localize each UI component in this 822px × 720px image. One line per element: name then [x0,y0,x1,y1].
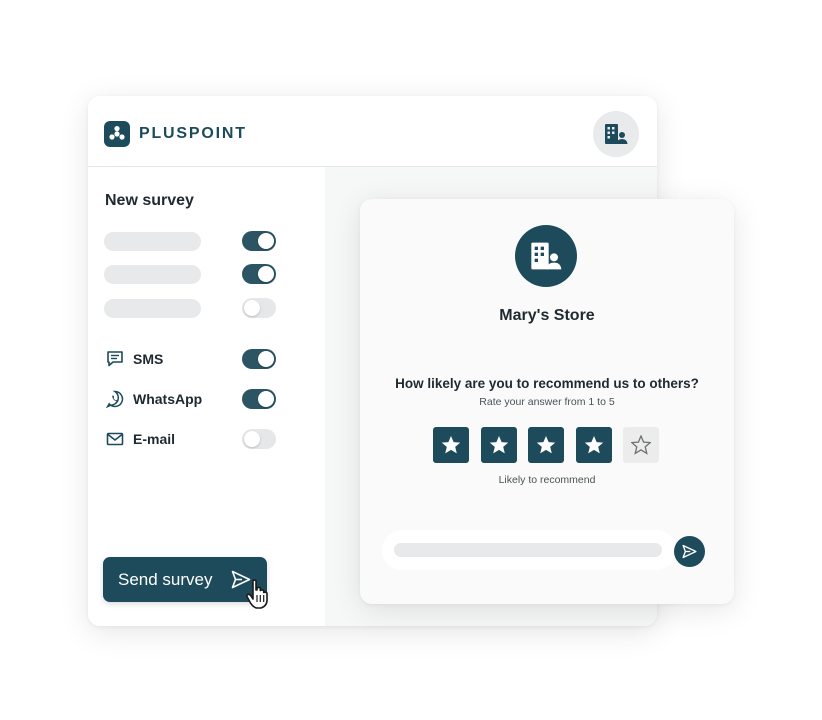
star-icon [536,436,556,454]
app-header: PLUSPOINT [88,96,657,167]
option-toggle-1[interactable] [242,231,276,251]
account-avatar[interactable] [593,111,639,157]
whatsapp-icon [106,390,124,408]
building-user-icon [605,124,628,144]
submit-answer-button[interactable] [674,536,705,567]
brand-name: PLUSPOINT [139,125,247,142]
whatsapp-toggle[interactable] [242,389,276,409]
panel-title: New survey [105,192,194,209]
store-name: Mary's Store [499,307,595,324]
star-icon [631,435,651,455]
star-icon [489,436,509,454]
survey-settings-panel: New survey SMS WhatsApp E-mail Send surv… [88,167,325,626]
option-toggle-3[interactable] [242,298,276,318]
rating-scale-label: Likely to recommend [498,474,596,486]
rating-star-3[interactable] [528,427,564,463]
rating-star-2[interactable] [481,427,517,463]
send-icon [682,544,697,559]
store-avatar [515,225,577,287]
sms-toggle[interactable] [242,349,276,369]
toggle-knob [244,300,260,316]
comment-placeholder-bar [394,543,662,557]
option-toggle-2[interactable] [242,264,276,284]
hand-cursor-icon [246,579,268,609]
survey-preview-card: Mary's Store How likely are you to recom… [360,199,734,604]
star-icon [584,436,604,454]
option-label-placeholder [104,265,201,284]
rating-star-4[interactable] [576,427,612,463]
toggle-knob [258,391,274,407]
star-icon [441,436,461,454]
toggle-knob [244,431,260,447]
send-survey-label: Send survey [118,570,213,589]
option-label-placeholder [104,299,201,318]
send-survey-button[interactable]: Send survey [103,557,267,602]
pluspoint-logo-icon [104,121,130,147]
building-user-icon [531,242,562,270]
comment-input[interactable] [382,530,676,570]
rating-hint: Rate your answer from 1 to 5 [479,396,615,408]
rating-star-5[interactable] [623,427,659,463]
toggle-knob [258,266,274,282]
email-label: E-mail [133,431,176,447]
option-label-placeholder [104,232,201,251]
whatsapp-label: WhatsApp [133,391,203,407]
toggle-knob [258,351,274,367]
chat-icon [107,351,123,367]
rating-star-1[interactable] [433,427,469,463]
sms-label: SMS [133,351,164,367]
toggle-knob [258,233,274,249]
survey-question: How likely are you to recommend us to ot… [395,376,699,391]
mail-icon [106,432,124,446]
email-toggle[interactable] [242,429,276,449]
